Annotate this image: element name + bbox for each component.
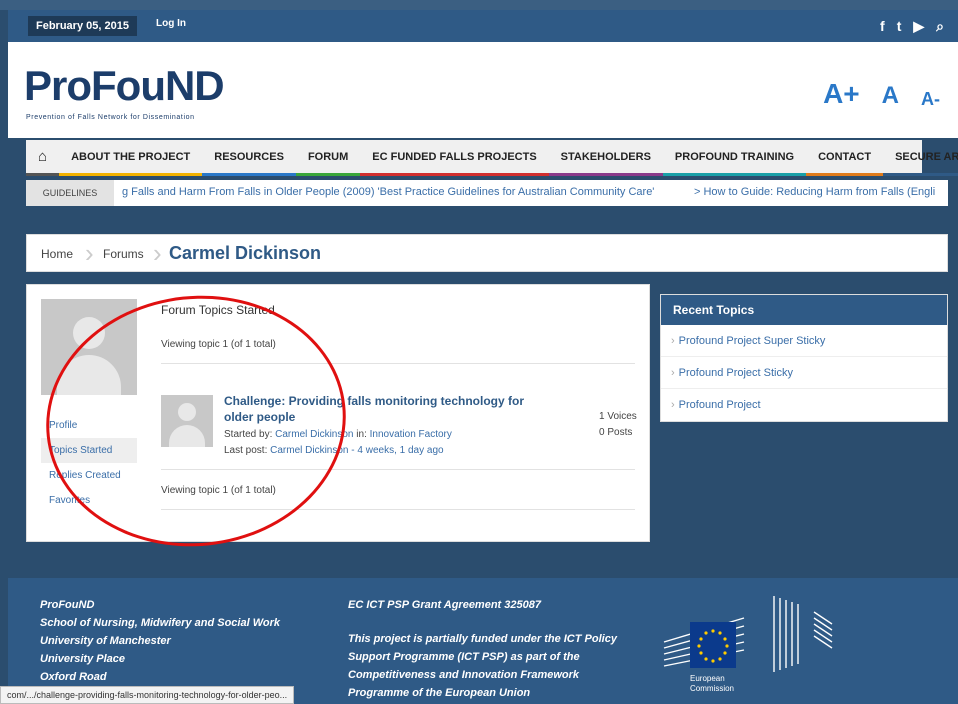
- funding-line: This project is partially funded under t…: [348, 633, 617, 645]
- author-link[interactable]: Carmel Dickinson: [275, 429, 353, 440]
- youtube-icon[interactable]: ▶: [913, 16, 924, 36]
- login-link[interactable]: Log In: [156, 18, 186, 29]
- breadcrumb-chevron-icon: ›: [153, 238, 162, 268]
- ticker-link-next[interactable]: > How to Guide: Reducing Harm from Falls…: [694, 186, 935, 198]
- topic-author-avatar[interactable]: [161, 395, 213, 447]
- recent-topic-item[interactable]: › Profound Project Super Sticky: [661, 325, 947, 357]
- pagination-count: Viewing topic 1 (of 1 total): [161, 339, 276, 350]
- eu-label-line: European: [690, 674, 725, 683]
- font-increase-button[interactable]: A+: [823, 78, 860, 110]
- last-post-time-link[interactable]: 4 weeks, 1 day ago: [357, 445, 443, 456]
- breadcrumb-forums[interactable]: Forums: [103, 247, 144, 261]
- ticker-link[interactable]: g Falls and Harm From Falls in Older Peo…: [122, 186, 654, 198]
- font-size-controls: A+ A A-: [823, 78, 940, 110]
- footer-line: University Place: [40, 653, 125, 665]
- nav-secure-area[interactable]: SECURE AREA: [883, 140, 958, 176]
- guidelines-ticker: GUIDELINES g Falls and Harm From Falls i…: [26, 180, 948, 206]
- search-icon[interactable]: ⌕: [936, 16, 944, 36]
- topic-title-link[interactable]: Challenge: Providing falls monitoring te…: [224, 393, 554, 425]
- page-title: Carmel Dickinson: [169, 243, 322, 263]
- voices-count: 1 Voices: [599, 411, 637, 422]
- browser-top-strip: [0, 0, 958, 10]
- started-by-label: Started by:: [224, 429, 273, 440]
- home-icon[interactable]: ⌂: [26, 140, 60, 176]
- recent-topic-item[interactable]: › Profound Project: [661, 389, 947, 421]
- footer-line: School of Nursing, Midwifery and Social …: [40, 617, 280, 629]
- footer-funding: EC ICT PSP Grant Agreement 325087 This p…: [348, 596, 617, 702]
- european-commission-logo: [663, 596, 833, 672]
- section-heading: Forum Topics Started: [161, 303, 275, 317]
- avatar: [41, 299, 137, 395]
- divider: [161, 509, 635, 510]
- profile-menu: Profile Topics Started Replies Created F…: [41, 413, 137, 513]
- font-reset-button[interactable]: A: [882, 82, 899, 110]
- nav-resources[interactable]: RESOURCES: [202, 140, 296, 176]
- posts-count: 0 Posts: [599, 427, 633, 438]
- footer-line: University of Manchester: [40, 635, 171, 647]
- nav-forum[interactable]: FORUM: [295, 140, 361, 176]
- browser-status-url: com/.../challenge-providing-falls-monito…: [0, 686, 295, 704]
- footer-address: ProFouND School of Nursing, Midwifery an…: [40, 596, 280, 686]
- funding-line: Support Programme (ICT PSP) as part of t…: [348, 651, 580, 663]
- footer-line: Oxford Road: [40, 671, 107, 683]
- divider: [161, 363, 635, 364]
- divider: [161, 469, 635, 470]
- recent-topic-label[interactable]: Profound Project Super Sticky: [679, 335, 826, 347]
- nav-ec-projects[interactable]: EC FUNDED FALLS PROJECTS: [360, 140, 549, 176]
- breadcrumb-home[interactable]: Home: [41, 247, 73, 261]
- main-nav: ⌂ ABOUT THE PROJECT RESOURCES FORUM EC F…: [26, 140, 958, 176]
- footer-line: ProFouND: [40, 599, 95, 611]
- twitter-icon[interactable]: t: [897, 16, 902, 36]
- ticker-label: GUIDELINES: [26, 180, 114, 206]
- date-display: February 05, 2015: [28, 16, 137, 36]
- eu-label-line: Commission: [690, 684, 735, 693]
- topic-started-by: Started by: Carmel Dickinson in: Innovat…: [224, 429, 452, 440]
- site-logo[interactable]: ProFouND: [24, 62, 225, 110]
- recent-topic-label[interactable]: Profound Project Sticky: [679, 367, 793, 379]
- nav-about[interactable]: ABOUT THE PROJECT: [59, 140, 203, 176]
- forum-link[interactable]: Innovation Factory: [370, 429, 452, 440]
- profile-content: Profile Topics Started Replies Created F…: [26, 284, 650, 542]
- in-label: in:: [356, 429, 367, 440]
- topic-last-post: Last post: Carmel Dickinson - 4 weeks, 1…: [224, 445, 444, 456]
- site-tagline: Prevention of Falls Network for Dissemin…: [26, 114, 195, 121]
- pagination-count-bottom: Viewing topic 1 (of 1 total): [161, 485, 276, 496]
- facebook-icon[interactable]: f: [880, 16, 885, 36]
- recent-topic-item[interactable]: › Profound Project Sticky: [661, 357, 947, 389]
- breadcrumb-chevron-icon: ›: [85, 238, 94, 268]
- funding-line: Programme of the European Union: [348, 687, 531, 699]
- recent-topics-widget: Recent Topics › Profound Project Super St…: [660, 294, 948, 422]
- widget-title: Recent Topics: [661, 295, 947, 325]
- last-post-author-link[interactable]: Carmel Dickinson: [270, 445, 348, 456]
- breadcrumb: Home › Forums › Carmel Dickinson: [26, 234, 948, 272]
- recent-topic-label[interactable]: Profound Project: [679, 399, 761, 411]
- replies-created-link[interactable]: Replies Created: [41, 463, 137, 488]
- profile-link[interactable]: Profile: [41, 413, 137, 438]
- eu-commission-label: European Commission: [690, 674, 734, 694]
- topics-started-link[interactable]: Topics Started: [41, 438, 137, 463]
- site-header: ProFouND Prevention of Falls Network for…: [8, 42, 958, 138]
- nav-training[interactable]: PROFOUND TRAINING: [662, 140, 807, 176]
- font-decrease-button[interactable]: A-: [921, 89, 940, 110]
- last-post-label: Last post:: [224, 445, 268, 456]
- nav-stakeholders[interactable]: STAKEHOLDERS: [548, 140, 663, 176]
- nav-contact[interactable]: CONTACT: [806, 140, 884, 176]
- social-links: f t ▶ ⌕: [880, 16, 944, 36]
- funding-line: Competitiveness and Innovation Framework: [348, 669, 580, 681]
- favorites-link[interactable]: Favorites: [41, 488, 137, 513]
- grant-agreement: EC ICT PSP Grant Agreement 325087: [348, 599, 541, 611]
- top-bar: February 05, 2015 Log In f t ▶ ⌕: [8, 10, 958, 42]
